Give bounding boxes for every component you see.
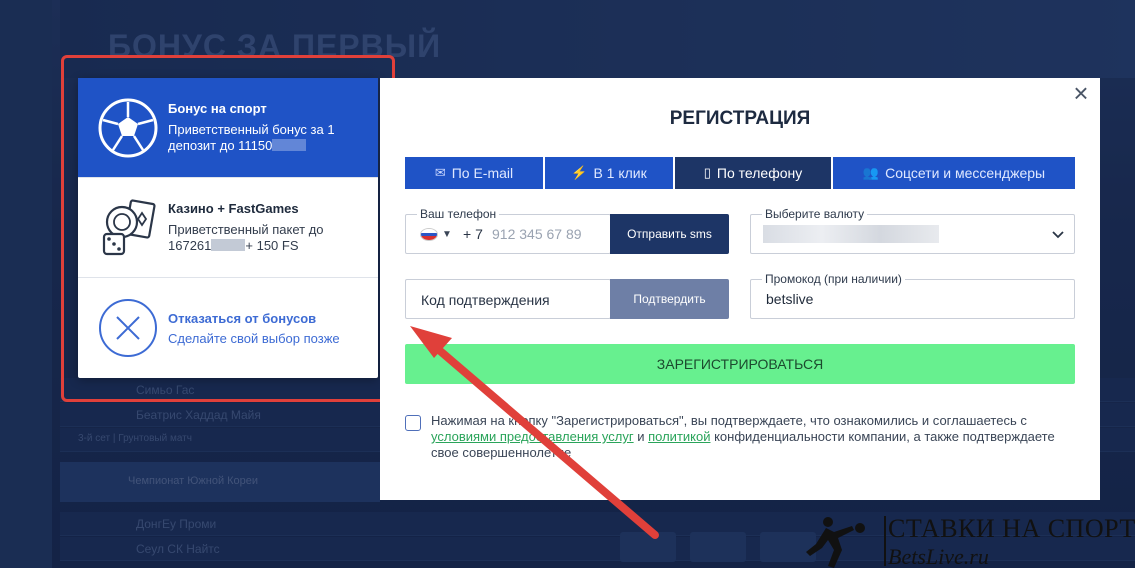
confirmation-code-input[interactable]: Код подтверждения [405, 279, 611, 319]
watermark: СТАВКИ НА СПОРТ BetsLive.ru [792, 510, 1135, 568]
tab-email[interactable]: ✉ По E-mail [405, 157, 543, 189]
privacy-policy-link[interactable]: политикой [648, 429, 710, 444]
athlete-silhouette-icon [806, 517, 865, 568]
registration-modal: × РЕГИСТРАЦИЯ ✉ По E-mail ⚡ В 1 клик ▯ П… [380, 78, 1100, 500]
tab-social[interactable]: 👥 Соцсети и мессенджеры [833, 157, 1075, 189]
promo-code-label: Промокод (при наличии) [762, 272, 905, 286]
russia-flag-icon[interactable] [420, 228, 438, 241]
chevron-down-icon[interactable]: ▼ [442, 229, 452, 240]
blurred-currency-value [763, 225, 939, 243]
currency-label: Выберите валюту [762, 207, 868, 221]
watermark-line2: BetsLive.ru [888, 544, 989, 568]
consent-checkbox[interactable] [405, 415, 421, 431]
promo-code-value: betslive [766, 291, 814, 307]
phone-placeholder[interactable]: 912 345 67 89 [492, 226, 582, 242]
highlight-frame [61, 55, 395, 402]
tab-phone[interactable]: ▯ По телефону [675, 157, 831, 189]
lightning-icon: ⚡ [571, 165, 588, 180]
send-sms-button[interactable]: Отправить sms [610, 214, 729, 254]
phone-label: Ваш телефон [417, 207, 500, 221]
registration-tabs: ✉ По E-mail ⚡ В 1 клик ▯ По телефону 👥 С… [405, 157, 1075, 189]
consent-text: Нажимая на кнопку "Зарегистрироваться", … [431, 413, 1055, 460]
terms-link[interactable]: условиями предоставления услуг [431, 429, 634, 444]
envelope-icon: ✉ [434, 165, 446, 180]
watermark-divider [884, 516, 886, 566]
phone-country-code: + 7 [463, 226, 483, 242]
modal-title: РЕГИСТРАЦИЯ [669, 108, 811, 129]
close-button[interactable]: × [1070, 80, 1092, 106]
tab-one-click[interactable]: ⚡ В 1 клик [545, 157, 673, 189]
chevron-down-icon [1052, 231, 1064, 239]
watermark-line1: СТАВКИ НА СПОРТ [888, 514, 1135, 543]
confirm-button[interactable]: Подтвердить [610, 279, 729, 319]
register-button[interactable]: ЗАРЕГИСТРИРОВАТЬСЯ [405, 344, 1075, 384]
users-icon: 👥 [862, 165, 880, 180]
confirmation-code-placeholder: Код подтверждения [421, 292, 550, 308]
mobile-phone-icon: ▯ [703, 165, 711, 180]
